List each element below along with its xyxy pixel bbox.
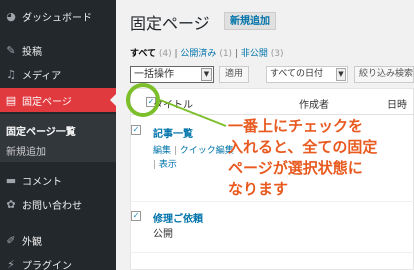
filter-button[interactable]: 絞り込み検索 (354, 66, 414, 83)
menu-plugins[interactable]: ⚡ プラグイン (0, 252, 116, 270)
filter-all[interactable]: すべて (130, 49, 156, 59)
media-icon: ♫ (6, 67, 16, 81)
status-filters: すべて (4) | 公開済み (1) | 非公開 (3) (130, 49, 284, 59)
row-title-link[interactable]: 修理ご依頼 (153, 210, 203, 225)
submenu-add-new[interactable]: 新規追加 (6, 143, 46, 158)
dashboard-icon: ◕ (6, 9, 16, 23)
highlight-ring (126, 83, 160, 117)
edit-link[interactable]: 編集 (153, 146, 171, 156)
menu-dashboard-label: ダッシュボード (22, 12, 92, 24)
row-status: 公開 (153, 229, 173, 240)
bulk-action-value: 一括操作 (134, 69, 174, 80)
menu-comments[interactable]: ▬ コメント (0, 168, 116, 192)
pin-icon: ✎ (6, 43, 16, 57)
date-filter-select[interactable]: すべての日付 ▼ (266, 66, 348, 83)
column-author: 作成者 (299, 100, 329, 111)
table-row: ✓ 修理ご依頼 公開 (131, 203, 414, 253)
page-title: 固定ページ (130, 14, 210, 33)
menu-media-label: メディア (22, 70, 62, 82)
annotation-line-4: なります (228, 180, 289, 198)
pages-icon: ▤ (5, 93, 17, 107)
chevron-down-icon: ▼ (201, 68, 212, 81)
menu-appearance[interactable]: ✐ 外観 (0, 228, 116, 252)
admin-sidebar: ◕ ダッシュボード ✎ 投稿 ♫ メディア ▤ 固定ページ 固定ページ一覧 新規… (0, 0, 116, 270)
menu-plugins-label: プラグイン (22, 260, 72, 270)
menu-pages-label: 固定ページ (22, 96, 72, 108)
filter-published[interactable]: 公開済み (180, 49, 216, 59)
menu-appearance-label: 外観 (22, 236, 42, 248)
plugin-icon: ⚡ (7, 257, 15, 270)
menu-pages[interactable]: ▤ 固定ページ (0, 88, 116, 112)
menu-posts-label: 投稿 (22, 46, 42, 58)
menu-posts[interactable]: ✎ 投稿 (0, 38, 116, 62)
date-filter-value: すべての日付 (270, 69, 324, 79)
submenu-all-pages[interactable]: 固定ページ一覧 (6, 123, 76, 138)
row-actions: 編集 | クイック編集 (153, 146, 234, 156)
row-actions-extra: | 表示 (153, 160, 177, 170)
row-title-link[interactable]: 記事一覧 (153, 125, 193, 140)
view-link[interactable]: 表示 (159, 160, 177, 170)
column-date[interactable]: 日時 (387, 96, 407, 111)
filter-private-count: (3) (270, 49, 284, 59)
add-new-button[interactable]: 新規追加 (224, 12, 276, 30)
filter-private[interactable]: 非公開 (241, 49, 268, 59)
row-checkbox[interactable]: ✓ (131, 125, 141, 135)
row-checkbox[interactable]: ✓ (131, 211, 141, 221)
menu-comments-label: コメント (22, 176, 62, 188)
annotation-line-3: ページが選択状態に (228, 159, 363, 177)
menu-dashboard[interactable]: ◕ ダッシュボード (0, 4, 116, 28)
menu-contact[interactable]: ✿ お問い合わせ (0, 192, 116, 216)
filter-all-count: (4) (158, 49, 172, 59)
chevron-down-icon: ▼ (336, 68, 346, 81)
filter-published-count: (1) (219, 49, 233, 59)
apply-button[interactable]: 適用 (219, 66, 250, 83)
quick-edit-link[interactable]: クイック編集 (180, 146, 234, 156)
table-header: ✓ タイトル 作成者 日時 (131, 89, 414, 115)
gear-icon: ✿ (6, 197, 16, 211)
appearance-icon: ✐ (6, 233, 16, 247)
menu-contact-label: お問い合わせ (22, 200, 82, 212)
bulk-action-select[interactable]: 一括操作 ▼ (130, 66, 214, 83)
annotation-line-2: 入れると、全ての固定 (228, 138, 378, 156)
menu-media[interactable]: ♫ メディア (0, 62, 116, 86)
comment-icon: ▬ (5, 173, 17, 187)
annotation-line-1: 一番上にチェックを (228, 117, 364, 135)
annotation-text: 一番上にチェックを 入れると、全ての固定 ページが選択状態に なります (228, 116, 408, 200)
